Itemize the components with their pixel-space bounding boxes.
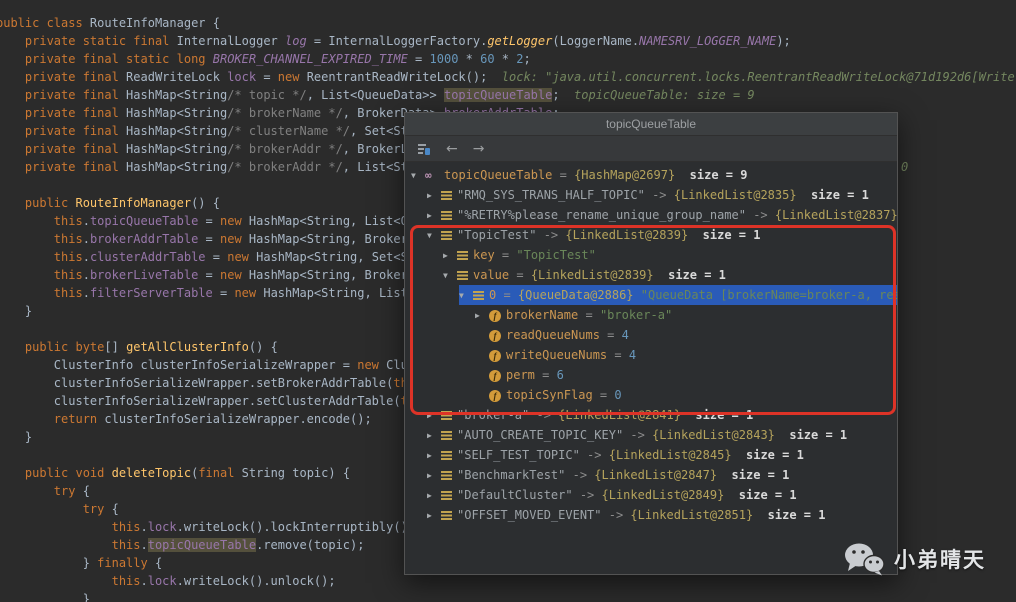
tree-row[interactable]: ▶ "SELF_TEST_TOPIC" -> {LinkedList@2845} … — [405, 445, 897, 465]
tree-row[interactable]: ▶ "broker-a" -> {LinkedList@2841} size = … — [405, 405, 897, 425]
view-options-icon[interactable] — [417, 142, 431, 156]
tree-row[interactable]: ▶ "BenchmarkTest" -> {LinkedList@2847} si… — [405, 465, 897, 485]
tree-row[interactable]: f writeQueueNums = 4 — [405, 345, 897, 365]
field-icon: f — [489, 349, 501, 362]
list-icon — [441, 411, 452, 420]
collapse-arrow-icon[interactable]: ▼ — [443, 266, 457, 286]
tree-row[interactable]: ▶ key = "TopicTest" — [405, 245, 897, 265]
expand-arrow-icon[interactable]: ▶ — [427, 506, 441, 526]
expand-arrow-icon[interactable]: ▶ — [443, 246, 457, 266]
tree-row[interactable]: f perm = 6 — [405, 365, 897, 385]
watermark-text: 小弟晴天 — [894, 549, 986, 572]
back-icon[interactable]: ← — [446, 142, 458, 156]
expand-arrow-icon[interactable]: ▶ — [427, 406, 441, 426]
code-line: private static final InternalLogger log … — [0, 34, 791, 48]
list-icon — [457, 271, 468, 280]
code-line: public class RouteInfoManager { — [0, 16, 220, 30]
variables-tree: ▼ ∞ topicQueueTable = {HashMap@2697} size … — [405, 161, 897, 574]
debugger-popup: topicQueueTable ← → ▼ ∞ topicQueueTable = … — [404, 112, 898, 575]
popup-title: topicQueueTable — [605, 117, 697, 131]
expand-arrow-icon[interactable]: ▶ — [427, 426, 441, 446]
code-line: private final ReadWriteLock lock = new R… — [0, 70, 1016, 84]
list-icon — [441, 191, 452, 200]
expand-arrow-icon[interactable]: ▶ — [427, 446, 441, 466]
collapse-arrow-icon[interactable]: ▼ — [427, 226, 441, 246]
list-icon — [441, 431, 452, 440]
list-icon — [441, 451, 452, 460]
tree-row[interactable]: f topicSynFlag = 0 — [405, 385, 897, 405]
expand-arrow-icon[interactable]: ▶ — [427, 486, 441, 506]
field-icon: f — [489, 309, 501, 322]
collapse-arrow-icon[interactable]: ▼ — [411, 166, 425, 186]
list-icon — [473, 291, 484, 300]
list-icon — [441, 211, 452, 220]
tree-row[interactable]: ▼ 0 = {QueueData@2886} "QueueData [broker… — [405, 285, 897, 305]
code-line: private final HashMap<String/* topic */,… — [0, 88, 755, 102]
list-icon — [441, 491, 452, 500]
list-icon — [441, 471, 452, 480]
tree-row[interactable]: ▼ value = {LinkedList@2839} size = 1 — [405, 265, 897, 285]
forward-icon[interactable]: → — [473, 142, 485, 156]
tree-row[interactable]: ▶ f brokerName = "broker-a" — [405, 305, 897, 325]
list-icon — [457, 251, 468, 260]
tree-row[interactable]: f readQueueNums = 4 — [405, 325, 897, 345]
code-line: private final static long BROKER_CHANNEL… — [0, 52, 531, 66]
expand-arrow-icon[interactable]: ▶ — [427, 466, 441, 486]
popup-title-bar[interactable]: topicQueueTable — [405, 113, 897, 136]
popup-toolbar: ← → — [405, 136, 897, 162]
list-icon — [441, 231, 452, 240]
expand-arrow-icon[interactable]: ▶ — [427, 186, 441, 206]
watch-icon: ∞ — [425, 168, 432, 182]
expand-arrow-icon[interactable]: ▶ — [427, 206, 441, 226]
watermark: 小弟晴天 — [843, 542, 986, 576]
tree-row[interactable]: ▼ ∞ topicQueueTable = {HashMap@2697} size … — [405, 165, 897, 185]
wechat-icon — [843, 542, 885, 576]
list-icon — [441, 511, 452, 520]
collapse-arrow-icon[interactable]: ▼ — [459, 286, 473, 306]
ide-window: public class RouteInfoManager { private … — [0, 0, 1016, 602]
tree-row[interactable]: ▶ "RMQ_SYS_TRANS_HALF_TOPIC" -> {LinkedLi… — [405, 185, 897, 205]
code-line: } — [0, 592, 90, 602]
tree-row[interactable]: ▶ "%RETRY%please_rename_unique_group_name… — [405, 205, 897, 225]
field-icon: f — [489, 389, 501, 402]
tree-row[interactable]: ▶ "DefaultCluster" -> {LinkedList@2849} s… — [405, 485, 897, 505]
inline-hint-fragment: 0 — [901, 160, 909, 174]
tree-row[interactable]: ▶ "OFFSET_MOVED_EVENT" -> {LinkedList@285… — [405, 505, 897, 525]
expand-arrow-icon[interactable]: ▶ — [475, 306, 489, 326]
field-icon: f — [489, 329, 501, 342]
field-icon: f — [489, 369, 501, 382]
tree-row[interactable]: ▼ "TopicTest" -> {LinkedList@2839} size =… — [405, 225, 897, 245]
tree-row[interactable]: ▶ "AUTO_CREATE_TOPIC_KEY" -> {LinkedList@… — [405, 425, 897, 445]
